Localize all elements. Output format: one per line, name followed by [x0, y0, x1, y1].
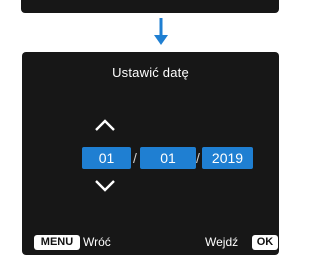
date-separator: /	[133, 150, 137, 166]
previous-screen-edge	[21, 0, 279, 13]
ok-key[interactable]: OK	[252, 235, 278, 250]
menu-key[interactable]: MENU	[34, 235, 80, 250]
back-label: Wróć	[83, 235, 111, 249]
screen-title: Ustawić datę	[112, 65, 189, 80]
arrow-down-icon	[154, 18, 168, 45]
device-screen: Ustawić datę 01 / 01 / 2019 MENU Wróć We…	[22, 52, 279, 255]
chevron-up-icon[interactable]	[94, 118, 116, 132]
chevron-down-icon[interactable]	[94, 179, 116, 193]
enter-label: Wejdź	[205, 235, 239, 249]
date-separator: /	[196, 150, 200, 166]
month-field[interactable]: 01	[140, 147, 196, 169]
year-field[interactable]: 2019	[202, 147, 253, 169]
day-field[interactable]: 01	[82, 147, 131, 169]
